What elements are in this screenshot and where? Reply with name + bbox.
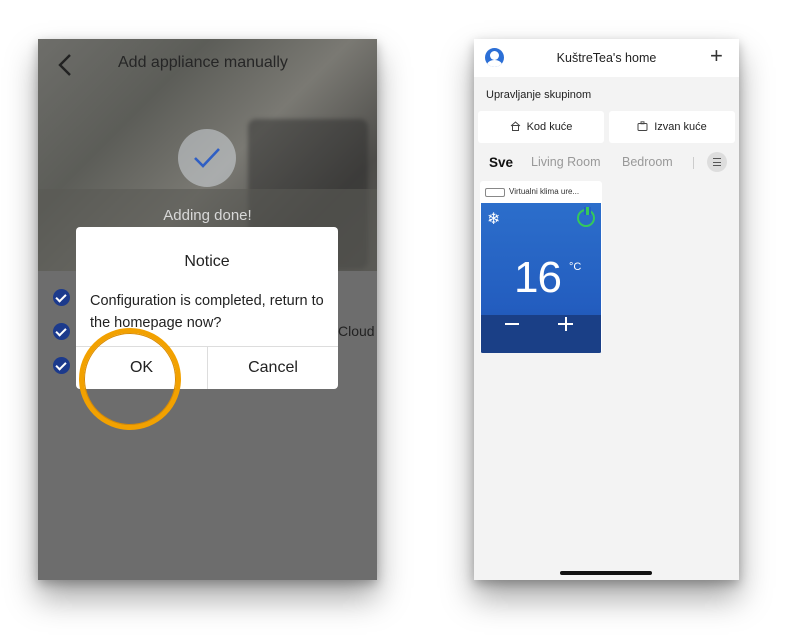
minus-icon[interactable]	[505, 323, 519, 325]
tab-bedroom[interactable]: Bedroom	[622, 155, 673, 169]
home-mode-button[interactable]: Kod kuće	[478, 111, 604, 143]
suitcase-icon	[637, 121, 648, 131]
power-icon[interactable]	[577, 207, 595, 227]
tab-all[interactable]: Sve	[489, 155, 513, 170]
back-arrow-icon[interactable]	[56, 53, 76, 77]
status-text: Adding done!	[163, 207, 252, 224]
home-mode-label: Kod kuće	[526, 121, 573, 133]
left-phone-screen: Add appliance manually Adding done! Clou…	[38, 39, 377, 580]
tab-living-room[interactable]: Living Room	[531, 155, 600, 169]
highlight-circle	[79, 328, 181, 430]
plus-icon[interactable]	[558, 323, 573, 325]
home-title: KuštreTea's home	[556, 51, 657, 65]
device-card[interactable]: Virtualni klima ure... ❄ 16 °C	[480, 181, 602, 353]
air-conditioner-icon	[485, 188, 505, 197]
right-phone-screen: KuštreTea's home + Upravljanje skupinom …	[474, 39, 739, 580]
step-check-icon	[53, 289, 70, 306]
dialog-title: Notice	[184, 253, 230, 270]
home-indicator[interactable]	[560, 571, 652, 575]
success-check-icon	[178, 129, 236, 187]
cancel-button[interactable]: Cancel	[208, 347, 338, 389]
home-header: KuštreTea's home +	[474, 39, 739, 77]
temperature-unit: °C	[569, 261, 582, 273]
house-icon	[510, 121, 520, 131]
step-check-icon	[53, 323, 70, 340]
away-mode-label: Izvan kuće	[654, 121, 707, 133]
menu-icon[interactable]	[707, 152, 727, 172]
away-mode-button[interactable]: Izvan kuće	[609, 111, 735, 143]
device-name: Virtualni klima ure...	[509, 187, 580, 196]
snowflake-icon: ❄	[487, 211, 501, 228]
step-check-icon	[53, 357, 70, 374]
page-title: Add appliance manually	[118, 54, 288, 71]
temperature-value: 16	[514, 253, 562, 302]
control-bar	[481, 315, 601, 353]
group-control-label: Upravljanje skupinom	[486, 89, 592, 101]
plus-icon[interactable]: +	[710, 45, 723, 67]
step-label: Cloud	[338, 323, 375, 339]
divider	[693, 157, 694, 169]
device-control-panel: ❄ 16 °C	[481, 203, 601, 353]
